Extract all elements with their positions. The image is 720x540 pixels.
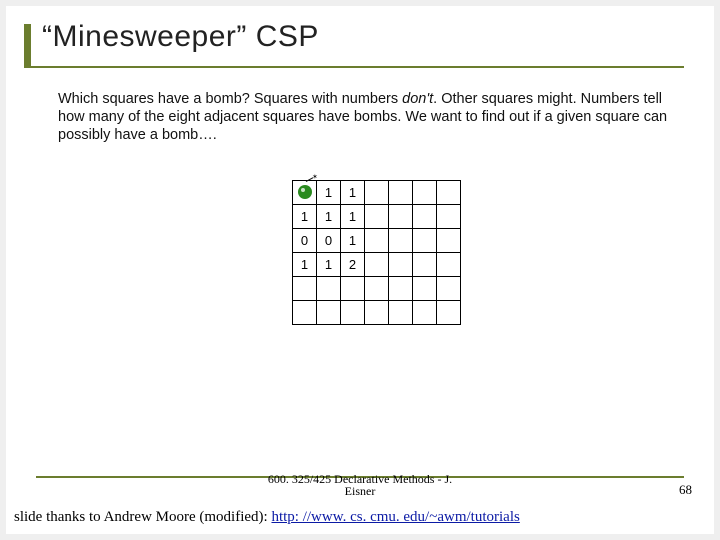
grid-cell — [365, 277, 389, 301]
credit-prefix: slide thanks to Andrew Moore (modified): — [14, 509, 271, 525]
bomb-spark-icon: ✶ — [312, 176, 317, 180]
grid-cell: 1 — [341, 205, 365, 229]
grid-cell — [413, 229, 437, 253]
body-text-italic: don't — [402, 91, 433, 107]
grid-cell — [365, 229, 389, 253]
grid-cell — [437, 277, 461, 301]
title-accent-bar — [24, 24, 31, 68]
page-number: 68 — [679, 482, 692, 498]
grid-cell — [389, 181, 413, 205]
body-paragraph: Which squares have a bomb? Squares with … — [58, 90, 678, 144]
grid-cell: 0 — [293, 229, 317, 253]
grid-cell: 2 — [341, 253, 365, 277]
grid-cell — [413, 181, 437, 205]
grid-cell — [365, 301, 389, 325]
grid-cell: 1 — [341, 181, 365, 205]
grid-cell — [365, 181, 389, 205]
grid-cell: 1 — [317, 253, 341, 277]
grid-cell — [437, 229, 461, 253]
grid-cell — [389, 253, 413, 277]
grid-cell: 0 — [317, 229, 341, 253]
course-footer: 600. 325/425 Declarative Methods - J. Ei… — [6, 473, 714, 498]
grid-cell — [293, 301, 317, 325]
slide: “Minesweeper” CSP Which squares have a b… — [6, 6, 714, 534]
grid-cell: 1 — [317, 205, 341, 229]
grid-cell: ✶ — [293, 181, 317, 205]
grid-cell — [389, 229, 413, 253]
credit-line: slide thanks to Andrew Moore (modified):… — [14, 509, 714, 526]
grid-cell — [413, 277, 437, 301]
grid-cell — [341, 277, 365, 301]
grid-cell — [389, 205, 413, 229]
grid-cell — [293, 277, 317, 301]
title-underline — [24, 66, 684, 68]
body-text-prefix: Which squares have a bomb? Squares with … — [58, 91, 402, 107]
course-line-2: Eisner — [345, 484, 376, 498]
minesweeper-grid: ✶11111001112 — [292, 180, 461, 325]
grid-cell — [341, 301, 365, 325]
grid-cell — [365, 253, 389, 277]
grid-cell: 1 — [293, 253, 317, 277]
bomb-icon — [298, 185, 312, 199]
grid-cell — [413, 253, 437, 277]
grid-cell — [437, 301, 461, 325]
grid-cell — [389, 301, 413, 325]
grid-cell — [317, 301, 341, 325]
grid-cell — [437, 205, 461, 229]
grid-cell — [413, 301, 437, 325]
grid-cell — [389, 277, 413, 301]
grid-cell — [317, 277, 341, 301]
slide-title: “Minesweeper” CSP — [42, 20, 319, 54]
grid-cell: 1 — [317, 181, 341, 205]
grid-cell: 1 — [341, 229, 365, 253]
grid-cell — [365, 205, 389, 229]
grid-cell: 1 — [293, 205, 317, 229]
grid-cell — [437, 253, 461, 277]
grid-cell — [413, 205, 437, 229]
credit-link[interactable]: http: //www. cs. cmu. edu/~awm/tutorials — [271, 509, 519, 525]
grid-cell — [437, 181, 461, 205]
